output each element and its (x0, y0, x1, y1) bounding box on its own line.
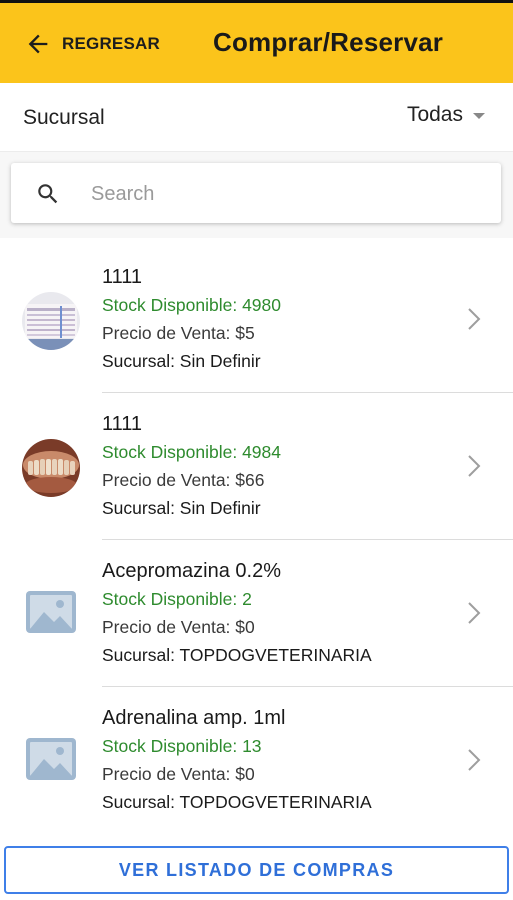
product-price: Precio de Venta: $0 (102, 764, 255, 784)
app-header: REGRESAR Comprar/Reservar (0, 3, 513, 83)
product-name: Acepromazina 0.2% (102, 560, 281, 582)
product-branch: Sucursal: Sin Definir (102, 351, 261, 371)
product-list-item[interactable]: 1111 Stock Disponible: 4984 Precio de Ve… (0, 393, 513, 540)
image-placeholder-icon (26, 591, 76, 633)
image-placeholder-icon (26, 738, 76, 780)
product-list-item[interactable]: Acepromazina 0.2% Stock Disponible: 2 Pr… (0, 540, 513, 687)
product-branch: Sucursal: Sin Definir (102, 498, 261, 518)
back-label: REGRESAR (62, 34, 160, 53)
product-list-item[interactable]: 1111 Stock Disponible: 4980 Precio de Ve… (0, 246, 513, 393)
product-list-item[interactable]: Adrenalina amp. 1ml Stock Disponible: 13… (0, 687, 513, 834)
arrow-left-icon (28, 34, 48, 54)
product-thumbnail (22, 292, 80, 350)
search-input[interactable] (89, 175, 483, 213)
product-stock: Stock Disponible: 4980 (102, 295, 281, 315)
branch-dropdown[interactable]: Todas (407, 103, 485, 127)
chevron-right-icon (468, 749, 481, 771)
product-stock: Stock Disponible: 4984 (102, 442, 281, 462)
document-photo-icon (22, 292, 80, 350)
search-icon (38, 184, 58, 204)
product-list: 1111 Stock Disponible: 4980 Precio de Ve… (0, 246, 513, 834)
page-title: Comprar/Reservar (213, 27, 444, 57)
product-price: Precio de Venta: $5 (102, 323, 255, 343)
teeth-photo-icon (22, 439, 80, 497)
search-bar[interactable] (11, 163, 501, 223)
product-name: 1111 (102, 413, 143, 435)
product-branch: Sucursal: TOPDOGVETERINARIA (102, 645, 372, 665)
product-stock: Stock Disponible: 13 (102, 736, 262, 756)
branch-filter-label: Sucursal (23, 106, 105, 129)
caret-down-icon (473, 113, 485, 119)
branch-dropdown-value: Todas (406, 103, 463, 126)
product-name: Adrenalina amp. 1ml (102, 707, 286, 729)
chevron-right-icon (468, 455, 481, 477)
product-thumbnail (22, 439, 80, 497)
product-stock: Stock Disponible: 2 (102, 589, 252, 609)
chevron-right-icon (468, 602, 481, 624)
product-name: 1111 (102, 266, 143, 288)
back-button[interactable]: REGRESAR (24, 27, 160, 61)
chevron-right-icon (468, 308, 481, 330)
product-price: Precio de Venta: $0 (102, 617, 255, 637)
branch-filter-row: Sucursal Todas (0, 83, 513, 152)
view-purchases-button[interactable]: VER LISTADO DE COMPRAS (4, 846, 509, 894)
product-branch: Sucursal: TOPDOGVETERINARIA (102, 792, 372, 812)
product-price: Precio de Venta: $66 (102, 470, 265, 490)
